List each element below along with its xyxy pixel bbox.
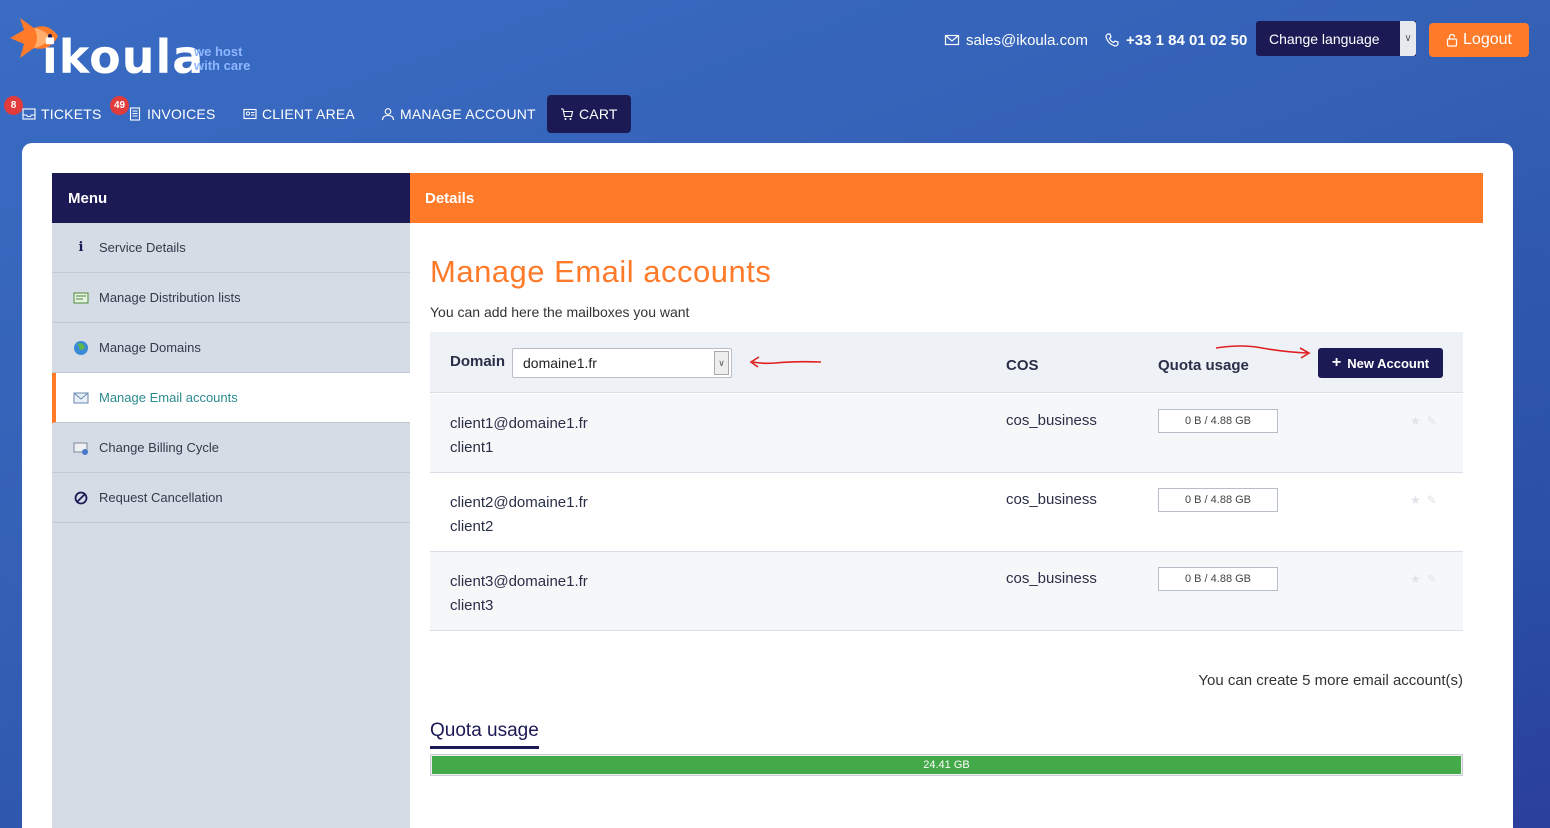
account-quota: 0 B / 4.88 GB (1158, 488, 1278, 512)
logout-label: Logout (1463, 31, 1512, 48)
domain-select-value: domaine1.fr (523, 355, 597, 371)
account-cell: client3@domaine1.fr client3 (450, 570, 588, 618)
account-name: client2 (450, 518, 494, 535)
nav-cart[interactable]: CART (547, 95, 631, 133)
nav-manage-account[interactable]: MANAGE ACCOUNT (381, 95, 536, 133)
row-actions: ★ ✎ (1410, 414, 1437, 428)
nav-invoices-label: INVOICES (147, 106, 216, 122)
nav-tickets[interactable]: TICKETS (22, 95, 102, 133)
menu-header: Menu (52, 173, 410, 223)
account-cos: cos_business (1006, 570, 1097, 587)
nav-tickets-label: TICKETS (41, 106, 102, 122)
nav-invoices[interactable]: INVOICES (128, 95, 216, 133)
remaining-accounts-text: You can create 5 more email account(s) (1198, 672, 1463, 689)
account-name: client1 (450, 439, 494, 456)
edit-icon[interactable]: ✎ (1427, 493, 1437, 507)
globe-icon (72, 339, 90, 357)
table-row[interactable]: client2@domaine1.fr client2 cos_business… (430, 473, 1463, 552)
cos-column-header: COS (1006, 357, 1039, 374)
account-email: client1@domaine1.fr (450, 415, 588, 432)
account-cell: client1@domaine1.fr client1 (450, 412, 588, 460)
quota-progress-fill: 24.41 GB (432, 756, 1461, 774)
account-cos: cos_business (1006, 491, 1097, 508)
table-header: Domain domaine1.fr ∨ COS Quota usage + N… (430, 332, 1463, 393)
account-name: client3 (450, 597, 494, 614)
info-icon: i (78, 240, 84, 255)
sidebar-item-label: Service Details (99, 240, 186, 255)
quota-column-header: Quota usage (1158, 357, 1249, 374)
sidebar-item-request-cancellation[interactable]: Request Cancellation (52, 473, 410, 523)
quota-section-title: Quota usage (430, 720, 539, 749)
account-cos: cos_business (1006, 412, 1097, 429)
nav-manage-account-label: MANAGE ACCOUNT (400, 106, 536, 122)
sidebar-item-email-accounts[interactable]: Manage Email accounts (52, 373, 410, 423)
account-cell: client2@domaine1.fr client2 (450, 491, 588, 539)
edit-icon[interactable]: ✎ (1427, 572, 1437, 586)
account-email: client3@domaine1.fr (450, 573, 588, 590)
sidebar-item-distribution-lists[interactable]: Manage Distribution lists (52, 273, 410, 323)
chevron-down-icon: ∨ (714, 351, 729, 375)
account-email: client2@domaine1.fr (450, 494, 588, 511)
sales-email-link[interactable]: sales@ikoula.com (944, 30, 1088, 50)
distribution-list-icon (72, 289, 90, 307)
quota-progress-bar: 24.41 GB (430, 754, 1463, 776)
billing-cycle-icon (72, 439, 90, 457)
email-accounts-icon (72, 389, 90, 407)
sidebar-menu: i Service Details Manage Distribution li… (52, 223, 410, 828)
sidebar-item-label: Manage Domains (99, 340, 201, 355)
envelope-icon (944, 34, 960, 46)
new-account-label: New Account (1347, 355, 1430, 371)
star-icon[interactable]: ★ (1410, 572, 1421, 586)
phone-text: +33 1 84 01 02 50 (1126, 31, 1248, 49)
lock-icon (1446, 33, 1458, 47)
sales-email-text: sales@ikoula.com (966, 31, 1088, 49)
brand-name: ikoula (42, 30, 205, 84)
sidebar-item-domains[interactable]: Manage Domains (52, 323, 410, 373)
plus-icon: + (1331, 354, 1342, 371)
table-row[interactable]: client1@domaine1.fr client1 cos_business… (430, 394, 1463, 473)
sidebar-item-label: Manage Email accounts (99, 390, 238, 405)
account-quota: 0 B / 4.88 GB (1158, 409, 1278, 433)
row-actions: ★ ✎ (1410, 493, 1437, 507)
star-icon[interactable]: ★ (1410, 493, 1421, 507)
page-subtitle: You can add here the mailboxes you want (430, 304, 690, 320)
ikoula-logo[interactable]: ikoula we host with care (6, 8, 266, 84)
domain-column-label: Domain (450, 353, 506, 370)
tickets-count-badge: 8 (4, 96, 23, 115)
tagline-line-2: with care (194, 58, 251, 73)
domain-select[interactable]: domaine1.fr ∨ (512, 348, 732, 378)
nav-cart-label: CART (579, 106, 618, 122)
invoices-count-badge: 49 (110, 96, 129, 115)
new-account-button[interactable]: + New Account (1318, 348, 1443, 378)
sidebar-item-label: Manage Distribution lists (99, 290, 241, 305)
star-icon[interactable]: ★ (1410, 414, 1421, 428)
tagline-line-1: we host (194, 44, 243, 59)
page-title: Manage Email accounts (430, 254, 772, 289)
nav-client-area-label: CLIENT AREA (262, 106, 355, 122)
quota-bar-label: 24.41 GB (923, 759, 970, 771)
brand-tagline: we host with care (194, 45, 274, 73)
inbox-icon (22, 108, 36, 120)
sidebar-item-label: Request Cancellation (99, 490, 223, 505)
account-quota: 0 B / 4.88 GB (1158, 567, 1278, 591)
chevron-down-icon: ∨ (1400, 21, 1416, 56)
change-language-select[interactable]: Change language ∨ (1256, 21, 1416, 56)
table-row[interactable]: client3@domaine1.fr client3 cos_business… (430, 552, 1463, 631)
edit-icon[interactable]: ✎ (1427, 414, 1437, 428)
sidebar-item-service-details[interactable]: i Service Details (52, 223, 410, 273)
sidebar-item-billing-cycle[interactable]: Change Billing Cycle (52, 423, 410, 473)
cart-icon (561, 108, 574, 120)
sidebar-item-label: Change Billing Cycle (99, 440, 219, 455)
phone-link[interactable]: +33 1 84 01 02 50 (1104, 30, 1247, 50)
language-label: Change language (1269, 30, 1380, 47)
logout-button[interactable]: Logout (1429, 23, 1529, 57)
cancel-icon (72, 489, 90, 507)
row-actions: ★ ✎ (1410, 572, 1437, 586)
phone-icon (1105, 33, 1119, 47)
user-icon (381, 108, 395, 121)
id-card-icon (243, 108, 257, 120)
document-icon (129, 107, 141, 121)
details-header: Details (410, 173, 1483, 223)
nav-client-area[interactable]: CLIENT AREA (243, 95, 355, 133)
